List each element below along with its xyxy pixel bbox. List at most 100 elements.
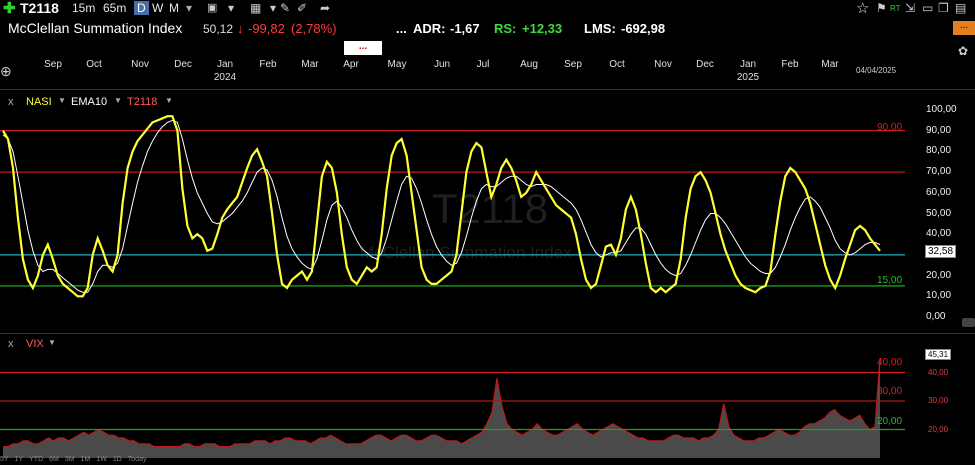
- y-axis-label: 50,00: [926, 207, 952, 219]
- month-label: Apr: [343, 59, 359, 70]
- month-label: Jun: [433, 59, 451, 70]
- realtime-icon: RT: [890, 4, 901, 13]
- legend-t2118[interactable]: T2118: [127, 96, 157, 108]
- share-icon[interactable]: ➦: [320, 1, 330, 15]
- chart-type-icon[interactable]: ▾: [186, 1, 192, 15]
- compare-icon[interactable]: ▾: [228, 1, 234, 15]
- level-20-label: 20,00: [877, 416, 903, 427]
- timeframe-preset[interactable]: 1Y: [15, 456, 24, 463]
- lms-value: -692,98: [621, 21, 666, 36]
- timeframe-preset[interactable]: 1M: [81, 456, 91, 463]
- legend-nasi[interactable]: NASI: [26, 96, 52, 108]
- instrument-name: McClellan Summation Index: [8, 20, 183, 36]
- month-label: Feb: [259, 59, 277, 70]
- last-value-box: 32,58: [925, 245, 957, 258]
- y-axis-label: 60,00: [926, 186, 952, 198]
- time-axis: ⊕ Sep Oct Nov Dec Jan Feb Mar Apr May Jun Jul Aug Se…: [0, 39, 975, 90]
- nasi-chart[interactable]: [0, 90, 905, 330]
- vix-panel[interactable]: x VIX ▼ 40,00 30,00 20,00 40,00 30,00 20,0…: [0, 333, 975, 465]
- down-arrow-icon: ↓: [237, 21, 244, 36]
- month-label: Aug: [520, 59, 538, 70]
- timeframe-preset[interactable]: Today: [128, 456, 147, 463]
- panel2-close-x[interactable]: x: [8, 338, 14, 350]
- ticker-symbol[interactable]: T2118: [20, 0, 59, 16]
- nasi-panel[interactable]: T2118 McClellan Summation Index x NASI ▼…: [0, 90, 975, 330]
- month-label: Nov: [654, 59, 672, 70]
- panel1-close-x[interactable]: x: [8, 96, 14, 108]
- timeframe-bar: 5Y 1Y YTD 6M 3M 1M 1W 1D Today: [0, 456, 152, 463]
- month-label: Sep: [44, 59, 62, 70]
- y-axis-label: 70,00: [926, 166, 952, 178]
- level-30-label: 30,00: [877, 386, 903, 397]
- last-price: 50,12: [203, 22, 234, 36]
- month-label: Jan: [216, 59, 234, 70]
- timeframe-preset[interactable]: 1W: [96, 456, 107, 463]
- timeframe-preset[interactable]: 3M: [65, 456, 75, 463]
- level-15-label: 15,00: [877, 275, 903, 286]
- timeframe-monthly[interactable]: M: [169, 1, 179, 15]
- draw-icon[interactable]: ✎: [280, 1, 290, 15]
- y-axis-label: 10,00: [926, 290, 952, 302]
- rs-value: +12,33: [522, 21, 563, 36]
- month-label: Feb: [781, 59, 799, 70]
- rs-label: RS:: [494, 21, 517, 36]
- y-axis-label: 90,00: [926, 124, 952, 136]
- vix-chart[interactable]: [0, 334, 905, 465]
- y-axis-label: 80,00: [926, 145, 952, 157]
- vix-y-axis-label: 30,00: [928, 396, 949, 405]
- vix-last-value-box: 45,31: [925, 349, 952, 360]
- window-icon[interactable]: ▭: [922, 1, 933, 15]
- timeframe-preset[interactable]: 1D: [113, 456, 122, 463]
- palette-icon[interactable]: ✿: [958, 44, 968, 58]
- y-axis-label: 40,00: [926, 228, 952, 240]
- level-90-label: 90,00: [877, 122, 903, 133]
- year-label: 2024: [213, 72, 237, 83]
- legend-nasi-dropdown-icon[interactable]: ▼: [58, 96, 66, 105]
- template-icon[interactable]: ▣: [207, 1, 217, 14]
- vix-area: [3, 358, 880, 458]
- expand-button[interactable]: ...: [953, 21, 975, 35]
- timeframe-daily[interactable]: D: [134, 1, 149, 15]
- legend-vix[interactable]: VIX: [26, 338, 44, 350]
- info-ellipsis: ...: [396, 21, 407, 36]
- month-label: May: [387, 59, 407, 70]
- legend-ema10-dropdown-icon[interactable]: ▼: [114, 96, 122, 105]
- adr-label: ADR:: [413, 21, 446, 36]
- info-bar: McClellan Summation Index 50,12 ↓ -99,82…: [0, 19, 975, 55]
- calculator-icon[interactable]: ▦: [250, 1, 261, 15]
- month-label: Oct: [609, 59, 625, 70]
- flag-icon[interactable]: ⚑: [876, 1, 887, 15]
- timeframe-weekly[interactable]: W: [152, 1, 163, 15]
- legend-t2118-dropdown-icon[interactable]: ▼: [165, 96, 173, 105]
- timeframe-15m[interactable]: 15m: [72, 1, 95, 15]
- current-date: 04/04/2025: [856, 66, 897, 75]
- price-change: -99,82: [248, 21, 285, 36]
- month-label: Dec: [696, 59, 714, 70]
- timeframe-preset[interactable]: 6M: [49, 456, 59, 463]
- level-40-label: 40,00: [877, 357, 903, 368]
- month-label: Jul: [476, 59, 490, 70]
- legend-vix-dropdown-icon[interactable]: ▼: [48, 338, 56, 347]
- timeframe-65m[interactable]: 65m: [103, 1, 126, 15]
- month-label: Mar: [301, 59, 319, 70]
- y-axis-label: 0,00: [926, 311, 946, 322]
- price-change-percent: (2,78%): [291, 21, 337, 36]
- panel1-collapse-handle[interactable]: [962, 318, 975, 327]
- pencil-icon[interactable]: ✐: [297, 1, 307, 15]
- timeframe-preset[interactable]: 5Y: [0, 456, 9, 463]
- month-label: Nov: [131, 59, 149, 70]
- lms-label: LMS:: [584, 21, 616, 36]
- dropdown-icon[interactable]: ▾: [270, 1, 276, 15]
- legend-ema10[interactable]: EMA10: [71, 96, 107, 108]
- vix-y-axis-label: 40,00: [928, 367, 949, 377]
- vix-y-axis-label: 20,00: [928, 424, 949, 434]
- settings-icon[interactable]: ▤: [955, 1, 966, 15]
- restore-icon[interactable]: ❐: [938, 1, 949, 15]
- timeframe-preset[interactable]: YTD: [29, 456, 43, 463]
- y-axis-label: 20,00: [926, 269, 952, 281]
- add-icon[interactable]: ✚: [3, 0, 16, 17]
- nasi-line: [2, 115, 881, 298]
- alert-icon[interactable]: ⇲: [905, 1, 915, 15]
- favorite-star-icon[interactable]: ☆: [856, 0, 869, 17]
- crosshair-icon[interactable]: ⊕: [0, 63, 12, 80]
